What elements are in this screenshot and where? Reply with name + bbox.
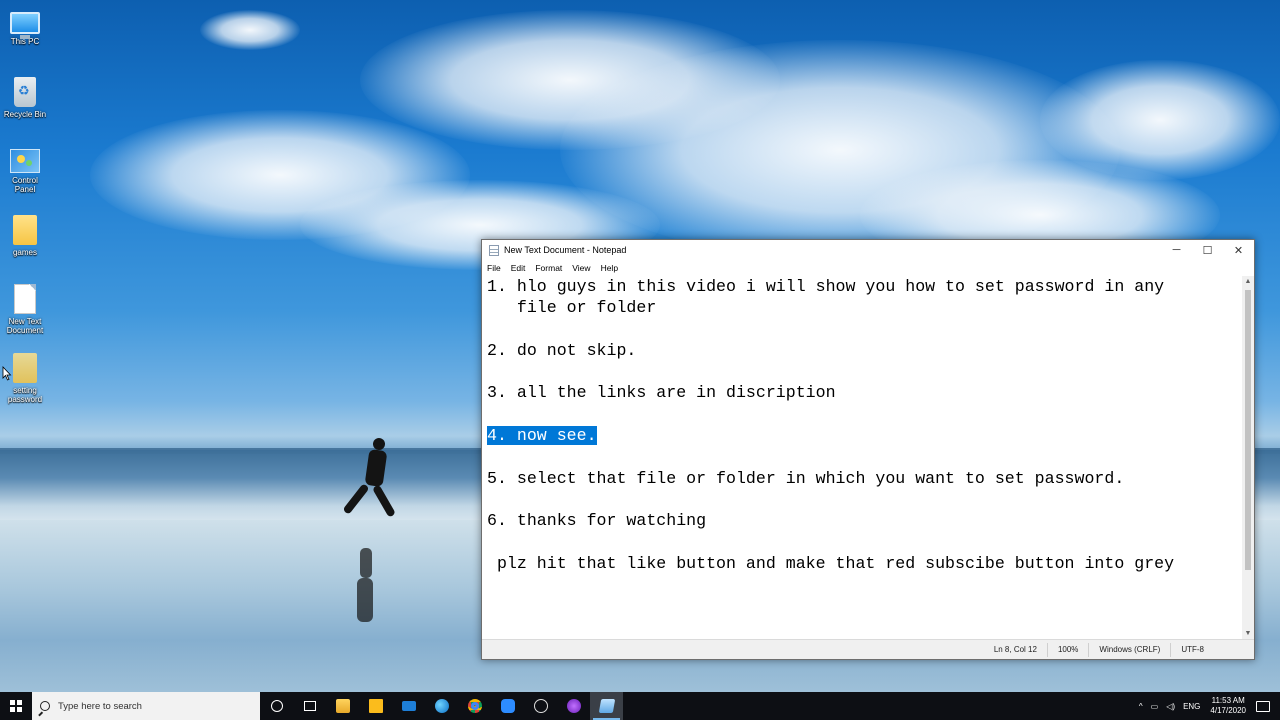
text-line: [487, 404, 1242, 425]
desktop-icon-games[interactable]: games: [2, 215, 48, 257]
notepad-taskbar-button[interactable]: [590, 692, 623, 720]
search-placeholder: Type here to search: [58, 700, 142, 712]
task-view-icon: [303, 701, 316, 711]
mail-button[interactable]: [392, 692, 425, 720]
clock-date: 4/17/2020: [1210, 706, 1246, 715]
desktop-icon-new-text-document[interactable]: New Text Document: [2, 284, 48, 335]
desktop-icon-this-pc[interactable]: This PC: [2, 8, 48, 46]
this-pc-icon: [10, 12, 40, 39]
cortana-button[interactable]: [260, 692, 293, 720]
taskbar: Type here to search ^ ▭ ◁) ENG 11:53 AM …: [0, 692, 1280, 720]
scroll-up-arrow-icon[interactable]: ▲: [1242, 276, 1254, 287]
text-editor[interactable]: 1. hlo guys in this video i will show yo…: [482, 276, 1242, 639]
language-indicator[interactable]: ENG: [1183, 702, 1200, 711]
text-line: file or folder: [487, 298, 657, 318]
text-selection: 4. now see.: [487, 426, 597, 446]
encoding: UTF-8: [1170, 642, 1254, 657]
cursor-position: Ln 8, Col 12: [993, 644, 1037, 654]
volume-icon[interactable]: ◁): [1166, 702, 1175, 711]
desktop-icon-recycle-bin[interactable]: Recycle Bin: [2, 77, 48, 119]
chevron-up-icon[interactable]: ^: [1139, 702, 1143, 711]
text-document-icon: [14, 284, 36, 314]
chrome-button[interactable]: [458, 692, 491, 720]
close-button[interactable]: ✕: [1223, 240, 1254, 260]
notifications-icon[interactable]: [1256, 700, 1270, 712]
app-icon: [533, 699, 548, 713]
notepad-icon: [598, 699, 615, 713]
text-line: [487, 361, 1242, 382]
menu-format[interactable]: Format: [535, 263, 562, 273]
notepad-icon: [489, 244, 499, 256]
maximize-button[interactable]: ☐: [1192, 240, 1223, 260]
control-panel-icon: [10, 149, 40, 173]
file-explorer-button[interactable]: [326, 692, 359, 720]
app-button[interactable]: [524, 692, 557, 720]
text-line: [487, 489, 1242, 510]
zoom-button[interactable]: [491, 692, 524, 720]
desktop-icon-control-panel[interactable]: Control Panel: [2, 146, 48, 194]
text-line: [487, 446, 1242, 467]
system-tray: ^ ▭ ◁) ENG 11:53 AM 4/17/2020: [1135, 692, 1280, 720]
menu-edit[interactable]: Edit: [511, 263, 526, 273]
text-line: plz hit that like button and make that r…: [487, 553, 1175, 573]
text-line: 3. all the links are in discription: [487, 383, 836, 403]
scroll-down-arrow-icon[interactable]: ▼: [1242, 628, 1254, 639]
notepad-title-bar[interactable]: New Text Document - Notepad ─ ☐ ✕: [482, 240, 1254, 260]
edge-button[interactable]: [425, 692, 458, 720]
windows-logo-icon: [10, 700, 22, 712]
text-line: 2. do not skip.: [487, 340, 637, 360]
zoom-level: 100%: [1046, 642, 1088, 657]
search-icon: [40, 701, 50, 711]
recycle-bin-icon: [14, 77, 36, 107]
taskbar-apps: [260, 692, 623, 720]
menu-bar: File Edit Format View Help: [482, 260, 1254, 275]
window-title: New Text Document - Notepad: [504, 245, 627, 255]
menu-help[interactable]: Help: [601, 263, 618, 273]
cortana-icon: [270, 700, 283, 712]
text-line: [487, 532, 1242, 553]
minimize-button[interactable]: ─: [1161, 240, 1192, 260]
text-line: [487, 319, 1242, 340]
media-button[interactable]: [557, 692, 590, 720]
clock-time: 11:53 AM: [1211, 696, 1245, 705]
folder-icon: [13, 353, 37, 383]
text-line: 6. thanks for watching: [487, 511, 707, 531]
menu-view[interactable]: View: [572, 263, 590, 273]
status-bar: Ln 8, Col 12 100% Windows (CRLF) UTF-8: [482, 639, 1254, 659]
cloud: [200, 10, 300, 50]
store-icon: [368, 699, 383, 713]
mail-icon: [401, 701, 416, 711]
media-icon: [566, 699, 581, 713]
vertical-scrollbar[interactable]: ▲ ▼: [1242, 276, 1254, 639]
edge-icon: [434, 699, 449, 713]
text-line: 5. select that file or folder in which y…: [487, 468, 1125, 488]
text-line: 1. hlo guys in this video i will show yo…: [487, 277, 1165, 296]
start-button[interactable]: [0, 692, 32, 720]
store-button[interactable]: [359, 692, 392, 720]
menu-file[interactable]: File: [487, 263, 501, 273]
network-icon[interactable]: ▭: [1151, 702, 1159, 711]
task-view-button[interactable]: [293, 692, 326, 720]
chrome-icon: [467, 699, 482, 713]
folder-icon: [13, 215, 37, 245]
file-explorer-icon: [335, 699, 350, 713]
zoom-icon: [500, 699, 515, 713]
taskbar-search-box[interactable]: Type here to search: [32, 692, 260, 720]
notepad-window[interactable]: New Text Document - Notepad ─ ☐ ✕ File E…: [481, 239, 1255, 660]
clock[interactable]: 11:53 AM 4/17/2020: [1210, 696, 1246, 716]
scrollbar-thumb[interactable]: [1245, 290, 1251, 570]
mouse-pointer-icon: [2, 366, 12, 381]
line-endings: Windows (CRLF): [1088, 642, 1170, 657]
text-line-selected: 4. now see.: [487, 425, 1242, 446]
